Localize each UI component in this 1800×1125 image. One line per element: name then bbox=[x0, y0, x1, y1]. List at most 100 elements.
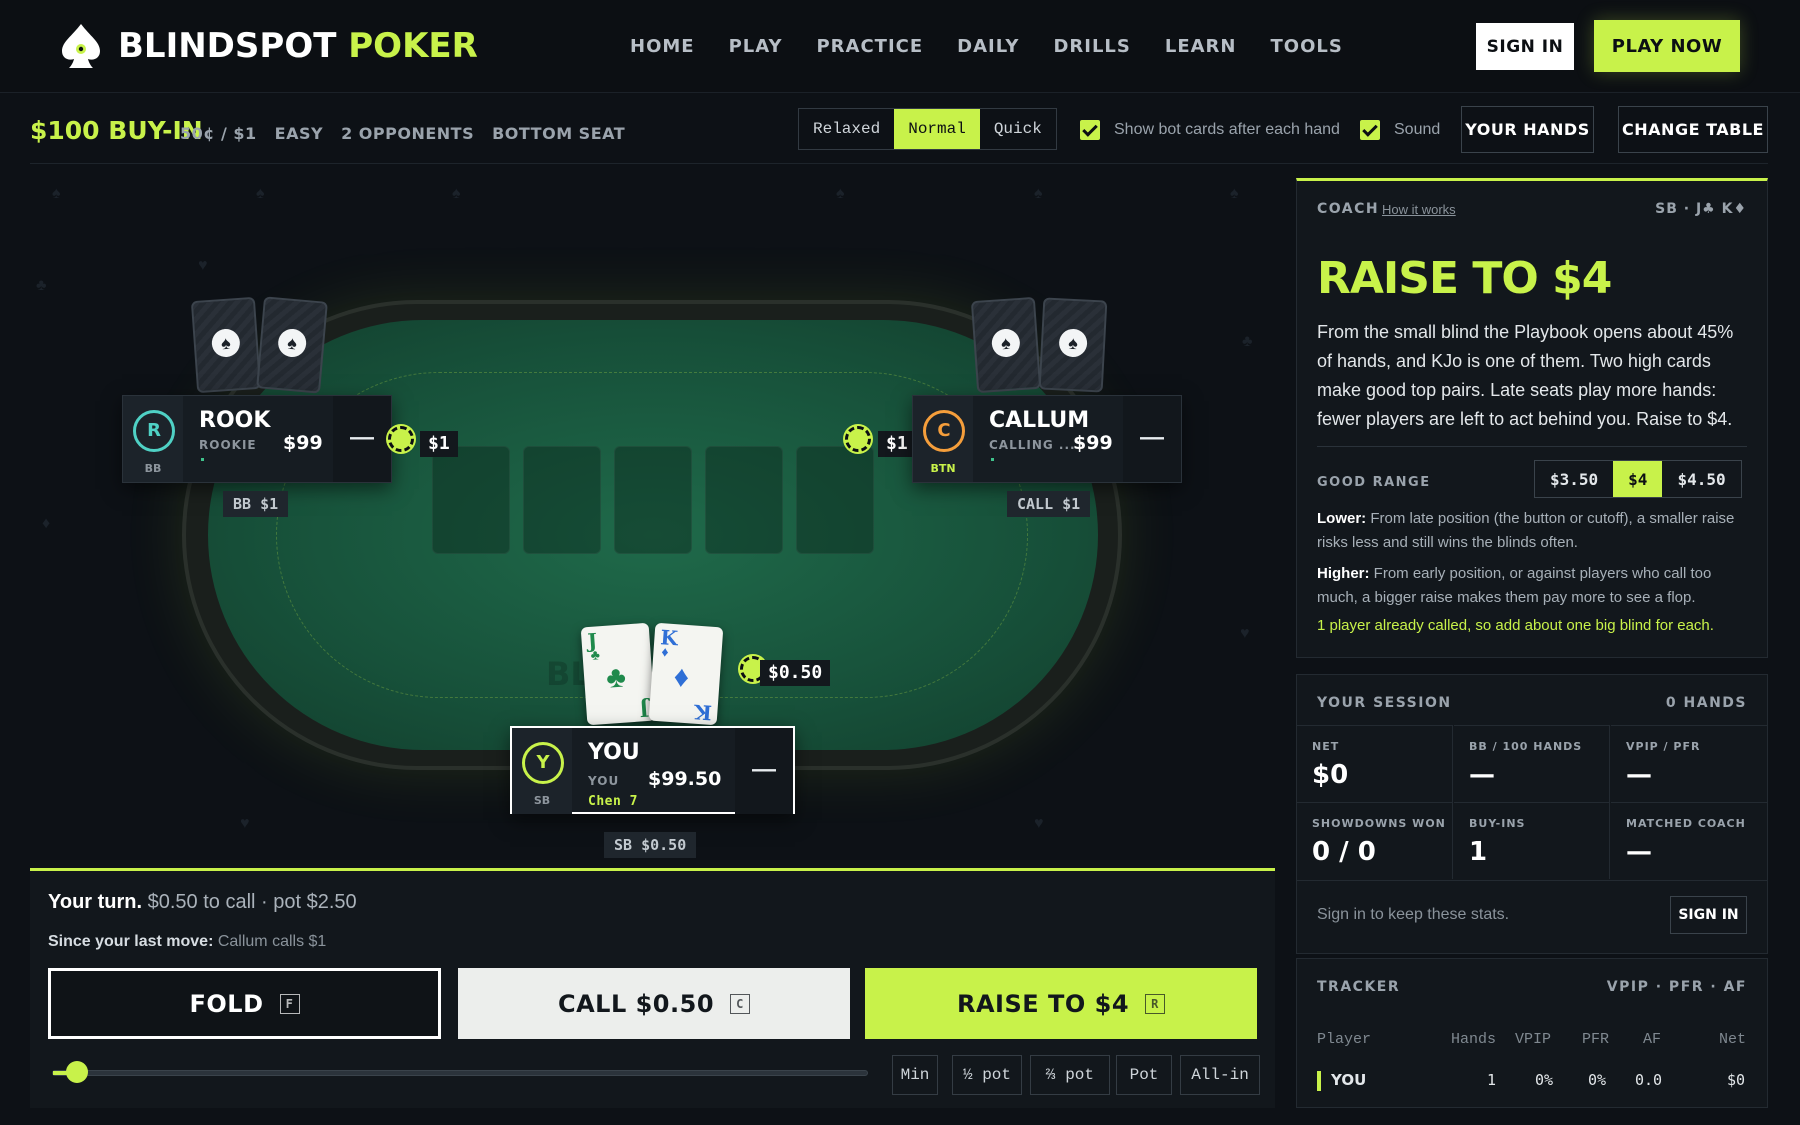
opponent-card-back: ♠ bbox=[256, 296, 328, 394]
last-action: — bbox=[735, 728, 793, 814]
brand-logo[interactable]: BLINDSPOT POKER bbox=[60, 22, 478, 70]
seat-rook[interactable]: R BB ROOK ROOKIE $99 — bbox=[122, 395, 392, 483]
size-all-in-button[interactable]: All-in bbox=[1180, 1055, 1260, 1095]
stat-value: 1 bbox=[1469, 837, 1488, 867]
seat-label: BOTTOM SEAT bbox=[492, 124, 626, 143]
nav-daily[interactable]: DAILY bbox=[957, 36, 1019, 57]
stat-label: NET bbox=[1312, 740, 1340, 753]
row-net: $0 bbox=[1727, 1071, 1746, 1089]
fold-button[interactable]: FOLD F bbox=[48, 968, 441, 1039]
card-rank: K bbox=[693, 699, 713, 725]
nav-drills[interactable]: DRILLS bbox=[1053, 36, 1130, 57]
stat-label: VPIP / PFR bbox=[1626, 740, 1701, 753]
range-option-mid[interactable]: $4 bbox=[1613, 461, 1663, 497]
hero-card-1: J ♣ ♣ J bbox=[580, 622, 656, 726]
speed-normal[interactable]: Normal bbox=[894, 109, 980, 149]
range-option-low[interactable]: $3.50 bbox=[1535, 461, 1613, 497]
seat-action-label: SB $0.50 bbox=[604, 832, 697, 858]
how-it-works-link[interactable]: How it works bbox=[1382, 202, 1456, 217]
club-icon: ♣ bbox=[590, 646, 601, 663]
show-bot-cards-toggle[interactable]: Show bot cards after each hand bbox=[1080, 120, 1340, 140]
player-tag: YOU bbox=[588, 774, 620, 788]
seat-callum[interactable]: C BTN CALLUM CALLING ... $99 — bbox=[912, 395, 1182, 483]
sign-in-button[interactable]: SIGN IN bbox=[1476, 23, 1574, 70]
lower-note: Lower: From late position (the button or… bbox=[1317, 507, 1747, 555]
nav-learn[interactable]: LEARN bbox=[1165, 36, 1237, 57]
bet-slider-handle[interactable] bbox=[66, 1061, 88, 1083]
change-table-button[interactable]: CHANGE TABLE bbox=[1618, 106, 1768, 153]
player-tag: ROOKIE bbox=[199, 438, 257, 452]
call-label: CALL $0.50 bbox=[557, 989, 715, 1018]
higher-text: From early position, or against players … bbox=[1317, 565, 1712, 606]
bg-heart-icon: ♥ bbox=[1240, 625, 1250, 642]
size-pot-button[interactable]: Pot bbox=[1116, 1055, 1172, 1095]
nav-home[interactable]: HOME bbox=[630, 36, 695, 57]
range-options: $3.50 $4 $4.50 bbox=[1534, 460, 1742, 498]
session-sign-in-button[interactable]: SIGN IN bbox=[1670, 896, 1747, 934]
checkbox-icon[interactable] bbox=[1080, 120, 1100, 140]
checkbox-icon[interactable] bbox=[1360, 120, 1380, 140]
stakes-label: 50¢ / $1 bbox=[180, 124, 257, 143]
stat-value: — bbox=[1626, 760, 1652, 790]
row-pfr: 0% bbox=[1588, 1071, 1607, 1089]
board-card-slot bbox=[432, 446, 510, 554]
stat-showdowns: SHOWDOWNS WON 0 / 0 bbox=[1297, 802, 1453, 879]
player-stack: $99 bbox=[1073, 432, 1113, 454]
size-min-button[interactable]: Min bbox=[892, 1055, 938, 1095]
player-name: ROOK bbox=[199, 408, 271, 433]
opponents-label: 2 OPPONENTS bbox=[341, 124, 475, 143]
bg-spade-icon: ♠ bbox=[256, 185, 265, 202]
nav-tools[interactable]: TOOLS bbox=[1270, 36, 1342, 57]
col-header-net: Net bbox=[1719, 1031, 1747, 1048]
call-button[interactable]: CALL $0.50 C bbox=[458, 968, 850, 1039]
difficulty-label: EASY bbox=[274, 124, 324, 143]
player-handle: Chen 7 bbox=[588, 794, 638, 809]
stat-vpip-pfr: VPIP / PFR — bbox=[1611, 725, 1767, 802]
diamond-icon: ♦ bbox=[660, 643, 670, 660]
sound-toggle[interactable]: Sound bbox=[1360, 120, 1440, 140]
brand-wordmark: BLINDSPOT POKER bbox=[118, 26, 478, 66]
range-option-high[interactable]: $4.50 bbox=[1662, 461, 1740, 497]
board-card-slot bbox=[705, 446, 783, 554]
higher-note: Higher: From early position, or against … bbox=[1317, 562, 1747, 610]
speed-relaxed[interactable]: Relaxed bbox=[799, 109, 894, 149]
board-card-slot bbox=[614, 446, 692, 554]
avatar: C bbox=[923, 410, 965, 452]
player-stack: $99 bbox=[283, 432, 323, 454]
size-two-thirds-pot-button[interactable]: ⅔ pot bbox=[1030, 1055, 1110, 1095]
play-now-button[interactable]: PLAY NOW bbox=[1594, 20, 1740, 72]
bg-spade-icon: ♠ bbox=[52, 185, 61, 202]
main-nav-links: HOME PLAY PRACTICE DAILY DRILLS LEARN TO… bbox=[630, 36, 1377, 57]
last-action: — bbox=[1123, 396, 1181, 482]
col-header-hands: Hands bbox=[1451, 1031, 1497, 1048]
status-dot bbox=[991, 458, 994, 461]
show-bot-cards-label: Show bot cards after each hand bbox=[1114, 121, 1340, 138]
bg-spade-icon: ♠ bbox=[1230, 185, 1239, 202]
session-stats: NET $0 BB / 100 HANDS — VPIP / PFR — SHO… bbox=[1297, 725, 1767, 880]
nav-practice[interactable]: PRACTICE bbox=[816, 36, 923, 57]
bg-club-icon: ♣ bbox=[36, 277, 47, 294]
table-settings-bar: $100 BUY-IN 50¢ / $1 EASY 2 OPPONENTS BO… bbox=[30, 96, 1768, 164]
stat-value: — bbox=[1626, 837, 1652, 867]
bg-heart-icon: ♥ bbox=[240, 815, 250, 832]
tracker-summary: VPIP · PFR · AF bbox=[1606, 979, 1747, 995]
raise-button[interactable]: RAISE TO $4 R bbox=[865, 968, 1257, 1039]
size-half-pot-button[interactable]: ½ pot bbox=[952, 1055, 1022, 1095]
stat-net: NET $0 bbox=[1297, 725, 1453, 802]
player-name: YOU bbox=[588, 740, 640, 765]
since-label: Since your last move: bbox=[48, 933, 214, 950]
action-panel: Your turn. $0.50 to call · pot $2.50 Sin… bbox=[30, 868, 1275, 1108]
col-header-pfr: PFR bbox=[1582, 1031, 1610, 1048]
card-rank: J bbox=[638, 696, 650, 722]
bet-slider-track[interactable] bbox=[52, 1070, 868, 1076]
seat-hero[interactable]: Y SB YOU YOU Chen 7 $99.50 — bbox=[510, 726, 795, 814]
nav-play[interactable]: PLAY bbox=[729, 36, 783, 57]
bet-amount: $1 bbox=[420, 431, 458, 457]
coach-title: COACH bbox=[1317, 201, 1380, 217]
turn-status: Your turn. $0.50 to call · pot $2.50 bbox=[48, 891, 357, 914]
table-info: 50¢ / $1 EASY 2 OPPONENTS BOTTOM SEAT bbox=[180, 124, 643, 143]
your-hands-button[interactable]: YOUR HANDS bbox=[1461, 106, 1594, 153]
opponent-card-back: ♠ bbox=[970, 296, 1042, 394]
speed-quick[interactable]: Quick bbox=[980, 109, 1056, 149]
row-player: YOU bbox=[1331, 1071, 1367, 1089]
